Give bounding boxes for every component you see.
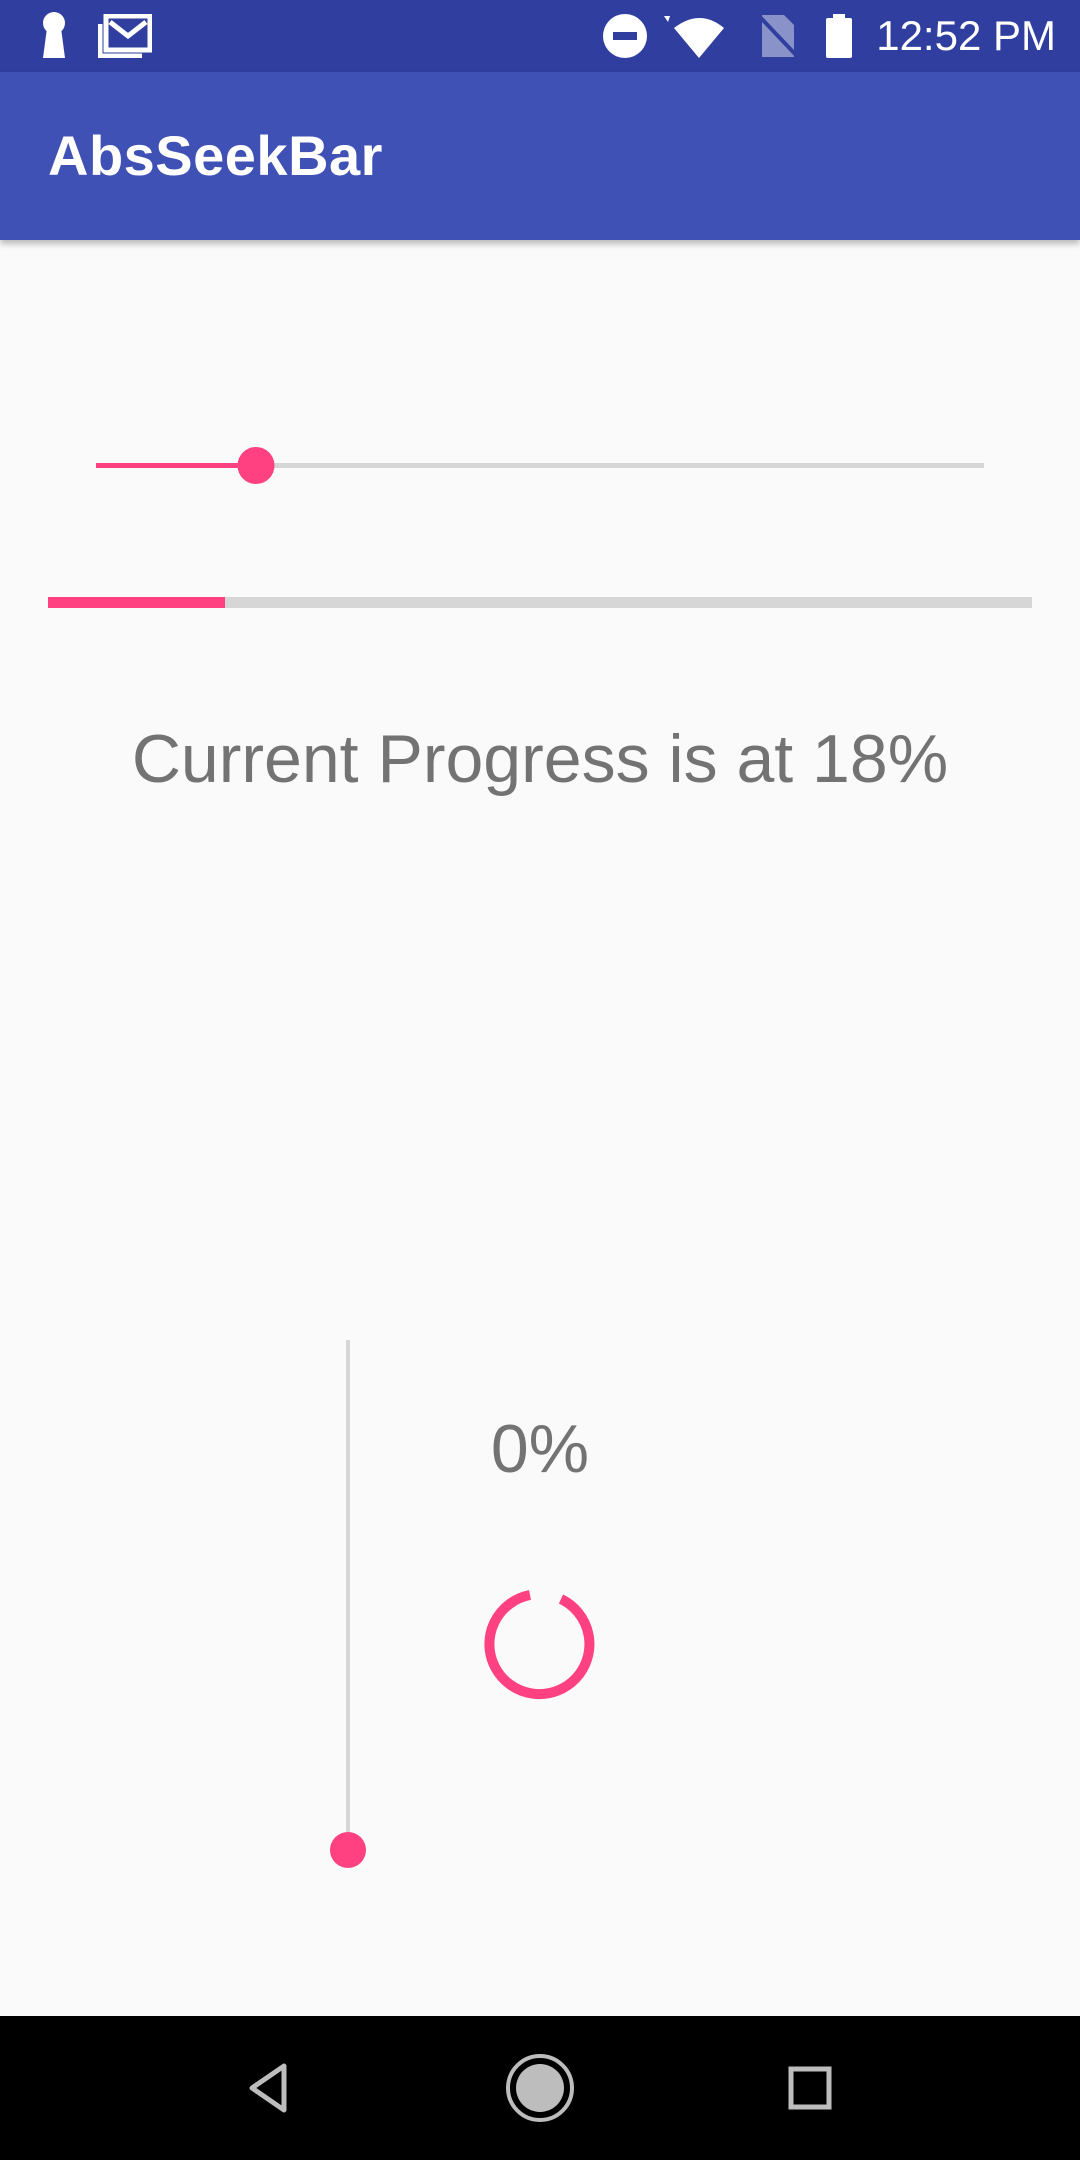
wifi-icon — [664, 0, 724, 72]
loading-spinner-icon — [478, 1582, 602, 1706]
vertical-seekbar-thumb[interactable] — [330, 1832, 366, 1868]
seekbar-progress-fill — [96, 463, 256, 468]
horizontal-seekbar[interactable] — [96, 442, 984, 490]
back-icon[interactable] — [220, 2038, 320, 2138]
status-bar: 12:52 PM — [0, 0, 1080, 72]
navigation-bar — [0, 2016, 1080, 2160]
status-time: 12:52 PM — [876, 12, 1056, 59]
horizontal-progress-bar — [48, 597, 1032, 608]
battery-icon — [824, 0, 854, 72]
vertical-seekbar[interactable] — [330, 1340, 366, 1868]
app-bar: AbsSeekBar — [0, 72, 1080, 240]
home-icon[interactable] — [490, 2038, 590, 2138]
do-not-disturb-icon — [602, 0, 648, 72]
app-title: AbsSeekBar — [48, 124, 383, 187]
percent-text: 0% — [490, 1411, 590, 1487]
seekbar-thumb[interactable] — [237, 447, 275, 484]
progress-text: Current Progress is at 18% — [131, 721, 949, 797]
no-sim-icon — [758, 0, 798, 72]
gallery-mail-icon — [98, 0, 152, 72]
keyhole-icon — [38, 0, 70, 72]
recents-icon[interactable] — [760, 2038, 860, 2138]
vertical-seekbar-track — [346, 1340, 350, 1850]
progress-bar-fill — [48, 597, 226, 608]
